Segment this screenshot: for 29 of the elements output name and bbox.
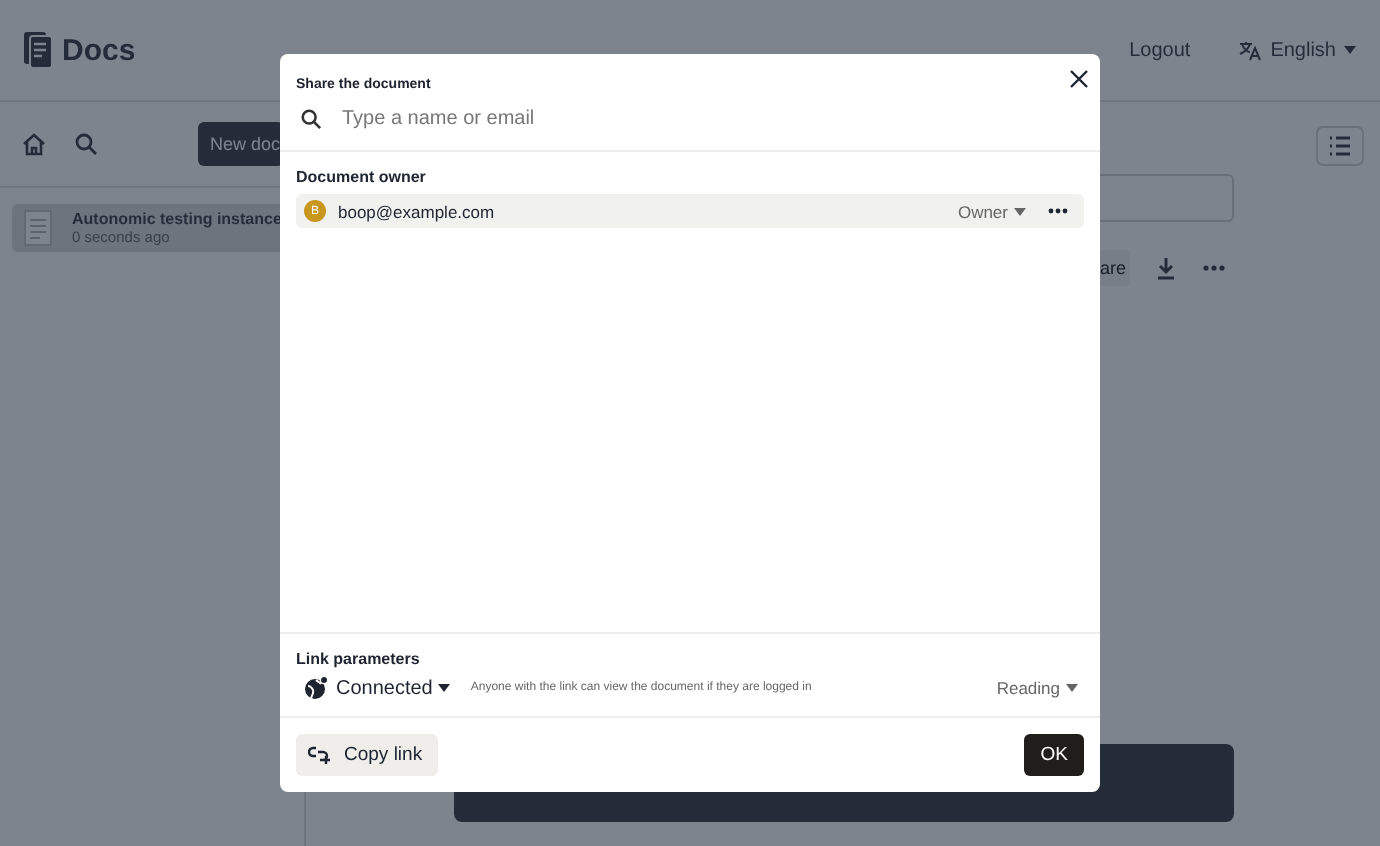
caret-icon (1014, 207, 1026, 215)
link-scope-dropdown[interactable]: Connected (336, 677, 451, 699)
search-icon[interactable] (74, 132, 98, 156)
caret-icon (438, 684, 451, 692)
more-icon[interactable] (1048, 208, 1068, 214)
section-title: Link parameters (296, 650, 422, 668)
document-logo-icon (24, 32, 52, 68)
section-title: Document owner (296, 168, 428, 186)
globe-icon (304, 676, 328, 700)
close-icon[interactable] (1070, 69, 1088, 87)
translate-icon (1238, 39, 1263, 61)
member-email: boop@example.com (338, 201, 497, 221)
new-document-button[interactable]: New doc (198, 122, 285, 166)
download-icon[interactable] (1154, 256, 1179, 280)
list-icon[interactable] (1316, 126, 1364, 166)
language-selector[interactable]: English (1238, 39, 1356, 61)
permission-dropdown[interactable]: Reading (996, 678, 1078, 698)
document-icon (24, 210, 52, 246)
home-icon[interactable] (22, 132, 46, 156)
role-dropdown[interactable]: Owner (957, 201, 1026, 221)
logout-button[interactable]: Logout (1129, 39, 1191, 61)
caret-icon (1066, 684, 1078, 692)
document-title: Autonomic testing instance (72, 210, 282, 228)
app-title: Docs (62, 33, 136, 67)
link-icon (308, 746, 332, 764)
ok-button[interactable]: OK (1024, 734, 1084, 776)
caret-icon (1344, 46, 1356, 54)
copy-link-button[interactable]: Copy link (296, 734, 439, 776)
search-icon (300, 108, 322, 130)
